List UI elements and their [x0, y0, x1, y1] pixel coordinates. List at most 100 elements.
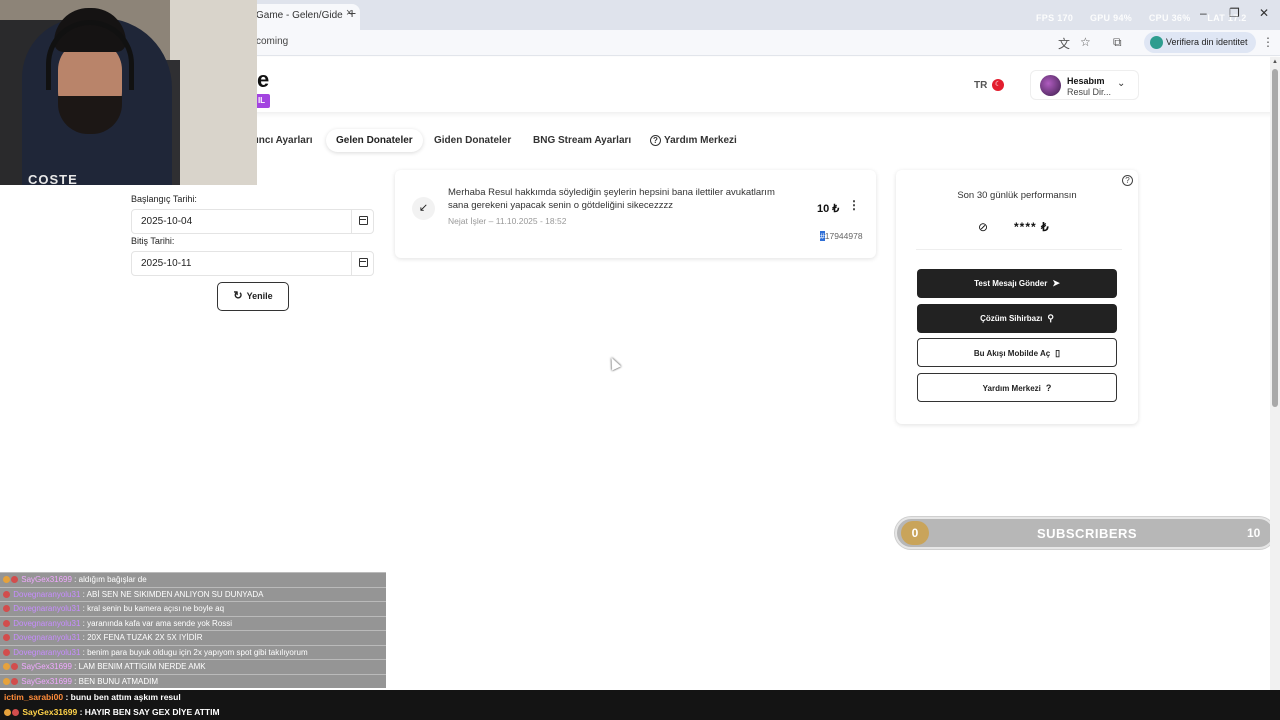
- chat-text: : HAYIR BEN SAY GEX DİYE ATTIM: [79, 707, 220, 717]
- badge-icon: [11, 663, 18, 671]
- extensions-icon[interactable]: ⧉: [1113, 35, 1122, 50]
- more-options-icon[interactable]: ⋮: [848, 198, 860, 212]
- chevron-down-icon: ⌄: [1117, 78, 1126, 89]
- open-on-mobile-label: Bu Akışı Mobilde Aç: [973, 349, 1051, 358]
- chat-username: Dovegnaranyolu31: [13, 589, 81, 599]
- performance-title: Son 30 günlük performansın: [957, 190, 1077, 201]
- send-test-message-button[interactable]: Test Mesajı Gönder ➤: [917, 269, 1117, 298]
- verify-label: Verifiera din identitet: [1166, 37, 1248, 47]
- chat-text: : kral senin bu kamera açısı ne boyle aq: [82, 604, 225, 613]
- donation-message: Merhaba Resul hakkımda söylediğin şeyler…: [448, 187, 775, 211]
- turkey-flag-icon[interactable]: ☾: [992, 79, 1004, 91]
- chat-username: SayGex31699: [21, 676, 72, 686]
- chat-text: : LAM BENIM ATTIGIM NERDE AMK: [74, 662, 206, 671]
- chat-message: SayGex31699 : LAM BENIM ATTIGIM NERDE AM…: [0, 659, 386, 674]
- help-center-label: Yardım Merkezi: [982, 384, 1041, 393]
- account-title: Hesabım: [1067, 76, 1105, 86]
- incoming-arrow-icon: ↙: [412, 197, 435, 220]
- chat-text: : aldığım bağışlar de: [74, 575, 147, 584]
- bottom-chat-ticker: ictim_sarabi00 : bunu ben attım aşkım re…: [0, 690, 1280, 720]
- stat-gpu: GPU 94%: [1089, 13, 1133, 23]
- badge-icon: [11, 576, 18, 584]
- chat-text: : BEN BUNU ATMADIM: [74, 676, 159, 686]
- eye-off-icon[interactable]: ⊘: [978, 220, 988, 234]
- chat-username: Dovegnaranyolu31: [13, 633, 81, 642]
- calendar-icon[interactable]: [359, 216, 368, 225]
- refresh-icon: ↻: [233, 290, 243, 302]
- donation-sender: Nejat İşler: [448, 216, 487, 226]
- close-window-icon[interactable]: ✕: [1259, 6, 1269, 20]
- mouse-cursor: [606, 355, 622, 371]
- chat-username: SayGex31699: [22, 707, 78, 717]
- webcam-background: [170, 0, 257, 185]
- start-date-value: 2025-10-04: [141, 216, 193, 227]
- browser-menu-icon[interactable]: ⋮: [1262, 35, 1274, 49]
- solution-wizard-label: Çözüm Sihirbazı: [980, 314, 1043, 323]
- help-center-button[interactable]: Yardım Merkezi?: [917, 373, 1117, 402]
- account-menu[interactable]: Hesabım Resul Dir... ⌄: [1030, 70, 1139, 100]
- subscribers-goal-bar: 0 SUBSCRIBERS 10: [895, 517, 1275, 549]
- solution-wizard-button[interactable]: Çözüm Sihirbazı ⚲: [917, 304, 1117, 333]
- restore-icon[interactable]: ❐: [1229, 6, 1240, 20]
- bookmark-star-icon[interactable]: ☆: [1080, 35, 1091, 49]
- badge-icon: [3, 576, 10, 584]
- tab-bng-stream-settings[interactable]: BNG Stream Ayarları: [523, 129, 641, 152]
- chat-overlay: SayGex31699 : aldığım bağışlar de Dovegn…: [0, 572, 386, 690]
- divider: [916, 249, 1122, 250]
- meta-separator: –: [486, 216, 496, 226]
- tab-help-center-label: Yardım Merkezi: [664, 135, 737, 146]
- url-text[interactable]: coming: [256, 36, 288, 47]
- send-icon: ➤: [1052, 278, 1060, 288]
- refresh-button[interactable]: ↻ Yenile: [217, 282, 289, 311]
- verify-identity-button[interactable]: Verifiera din identitet: [1144, 32, 1256, 53]
- performance-value: **** ₺: [1014, 220, 1050, 234]
- shield-icon: [1150, 36, 1163, 49]
- new-tab-button[interactable]: +: [348, 5, 356, 21]
- donation-date: 11.10.2025 - 18:52: [495, 216, 567, 226]
- hoodie-logo: COSTE: [28, 172, 78, 185]
- chat-message: Dovegnaranyolu31 : ABİ SEN NE SIKIMDEN A…: [0, 586, 386, 601]
- logo[interactable]: e: [257, 67, 269, 93]
- mobile-icon: ▯: [1055, 348, 1061, 358]
- scrollbar-thumb[interactable]: [1272, 69, 1278, 407]
- stat-lat: LAT 17.2: [1207, 13, 1247, 23]
- browser-tab[interactable]: Game - Gelen/Gide: [248, 4, 360, 30]
- chat-username: Dovegnaranyolu31: [13, 618, 81, 628]
- chat-message: SayGex31699 : BEN BUNU ATMADIM: [0, 673, 386, 688]
- donation-card: ↙ Merhaba Resul hakkımda söylediğin şeyl…: [395, 170, 876, 258]
- stat-cpu: CPU 36%: [1148, 13, 1191, 23]
- field-divider: [351, 252, 352, 275]
- chat-text: : yaranında kafa var ama sende yok Rossi: [82, 618, 233, 628]
- field-divider: [351, 210, 352, 233]
- start-date-field[interactable]: 2025-10-04: [131, 209, 374, 234]
- badge-icon: [11, 677, 18, 685]
- end-date-value: 2025-10-11: [141, 258, 192, 269]
- tab-incoming-donations[interactable]: Gelen Donateler: [326, 129, 423, 152]
- chat-text: : 20X FENA TUZAK 2X 5X IYİDİR: [82, 633, 203, 642]
- language-code[interactable]: TR: [974, 80, 987, 91]
- page-scrollbar[interactable]: ▲: [1270, 57, 1280, 690]
- chat-text: : bunu ben attım aşkım resul: [65, 692, 181, 702]
- chat-username: SayGex31699: [21, 662, 72, 671]
- minimize-icon[interactable]: –: [1200, 6, 1207, 20]
- chat-message: ictim_sarabi00 : bunu ben attım aşkım re…: [4, 692, 181, 702]
- badge-icon: [3, 605, 10, 613]
- donation-id: #17944978: [820, 231, 863, 241]
- calendar-icon[interactable]: [359, 258, 368, 267]
- open-on-mobile-button[interactable]: Bu Akışı Mobilde Aç ▯: [917, 338, 1117, 367]
- subscribers-goal: 10: [1247, 526, 1261, 540]
- donation-meta: Nejat İşler – 11.10.2025 - 18:52: [448, 216, 566, 226]
- chat-message: SayGex31699 : aldığım bağışlar de: [0, 572, 386, 587]
- help-circle-icon: ?: [1045, 383, 1052, 393]
- chat-text: : ABİ SEN NE SIKIMDEN ANLIYON SU DUNYADA: [82, 589, 264, 599]
- translate-icon[interactable]: 文: [1058, 35, 1070, 52]
- end-date-label: Bitiş Tarihi:: [131, 236, 175, 246]
- end-date-field[interactable]: 2025-10-11: [131, 251, 374, 276]
- help-icon[interactable]: ?: [1122, 175, 1133, 186]
- tab-help-center[interactable]: ? Yardım Merkezi: [640, 129, 747, 152]
- tab-outgoing-donations[interactable]: Giden Donateler: [424, 129, 521, 152]
- tab-streamer-settings[interactable]: ıncı Ayarları: [246, 129, 323, 152]
- scroll-up-icon[interactable]: ▲: [1272, 59, 1278, 65]
- avatar: [1040, 75, 1061, 96]
- chat-username: Dovegnaranyolu31: [13, 604, 81, 613]
